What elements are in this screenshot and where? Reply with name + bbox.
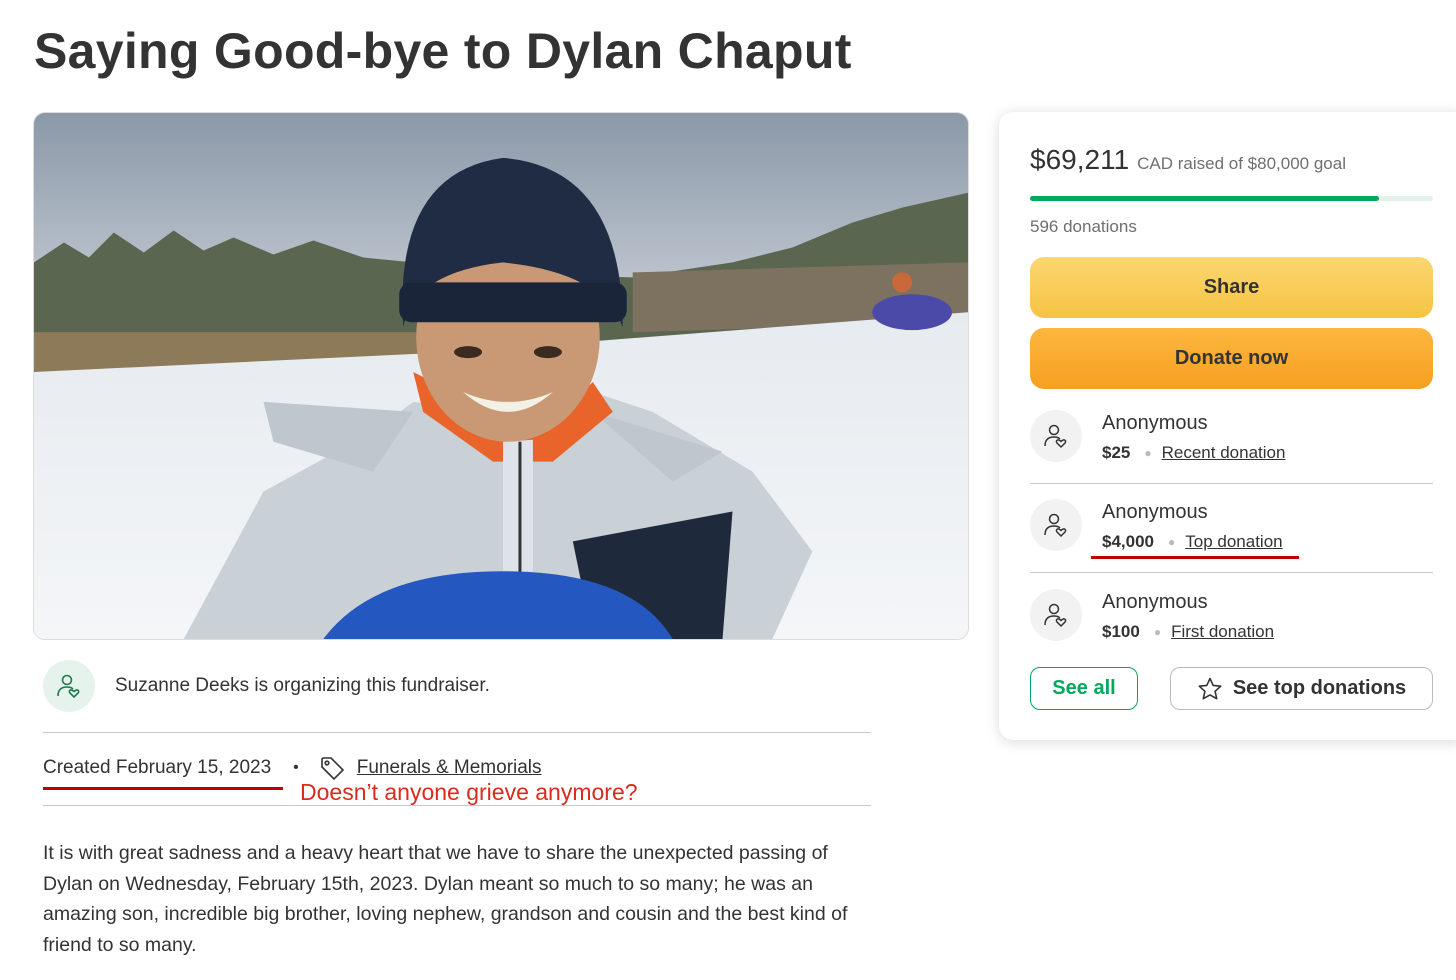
page-title: Saying Good-bye to Dylan Chaput [34, 23, 852, 79]
annotation-text: Doesn’t anyone grieve anymore? [300, 779, 638, 805]
tag-icon [320, 757, 344, 781]
donor-amount: $100 [1102, 622, 1140, 641]
star-icon [1198, 677, 1222, 699]
top-donation-red-underline [1091, 556, 1299, 559]
donor-avatar [1030, 499, 1082, 551]
donor-amount: $25 [1102, 443, 1131, 462]
donor-details: $25 ● Recent donation [1102, 443, 1285, 463]
donor-details: $100 ● First donation [1102, 622, 1274, 642]
story-text: It is with great sadness and a heavy hea… [43, 842, 848, 956]
donor-details: $4,000 ● Top donation [1102, 532, 1283, 552]
donor-label-link[interactable]: Recent donation [1162, 443, 1286, 463]
raised-row: $69,211 CAD raised of $80,000 goal [1030, 144, 1346, 176]
progress-bar [1030, 196, 1433, 201]
donor-name: Anonymous [1102, 412, 1208, 434]
donor-avatar [1030, 589, 1082, 641]
divider-bottom [43, 805, 871, 806]
divider-top [43, 732, 871, 733]
donor-dot: ● [1144, 446, 1152, 460]
heart-hand-icon [1044, 513, 1067, 538]
donor-label-link[interactable]: Top donation [1185, 532, 1282, 552]
donor-item: Anonymous $100 ● First donation [1030, 589, 1433, 677]
raised-goal: CAD raised of $80,000 goal [1137, 154, 1346, 173]
see-top-donations-label: See top donations [1232, 677, 1407, 699]
heart-hand-icon [1044, 603, 1067, 628]
created-red-underline [43, 787, 283, 790]
donor-amount: $4,000 [1102, 532, 1154, 551]
donor-label-link[interactable]: First donation [1171, 622, 1274, 642]
donation-count: 596 donations [1030, 217, 1137, 236]
hero-photo [33, 112, 969, 640]
see-all-button[interactable]: See all [1030, 667, 1138, 710]
donor-dot: ● [1153, 625, 1162, 639]
heart-hand-icon [1044, 424, 1067, 449]
created-date: Created February 15, 2023 [43, 757, 283, 790]
donor-name: Anonymous [1102, 591, 1208, 613]
donor-dot: ● [1168, 535, 1176, 549]
created-date-text: Created February 15, 2023 [43, 757, 272, 778]
donor-item: Anonymous $4,000 ● Top donation [1030, 499, 1433, 587]
meta-row: Created February 15, 2023 • Funerals & M… [43, 755, 542, 790]
meta-separator: • [293, 759, 299, 776]
donor-divider [1030, 483, 1433, 484]
donor-avatar [1030, 410, 1082, 462]
donate-now-button[interactable]: Donate now [1030, 328, 1433, 389]
donor-divider [1030, 572, 1433, 573]
organizer-avatar [43, 660, 95, 712]
donor-name: Anonymous [1102, 501, 1208, 523]
raised-amount: $69,211 [1030, 144, 1130, 175]
donation-card: $69,211 CAD raised of $80,000 goal 596 d… [999, 112, 1456, 740]
donor-item: Anonymous $25 ● Recent donation [1030, 410, 1433, 498]
see-top-donations-button[interactable]: See top donations [1170, 667, 1433, 710]
heart-hand-icon [57, 674, 80, 699]
category-link[interactable]: Funerals & Memorials [357, 757, 542, 779]
progress-fill [1030, 196, 1379, 201]
share-button[interactable]: Share [1030, 257, 1433, 318]
organizer-row: Suzanne Deeks is organizing this fundrai… [43, 660, 490, 712]
organizer-text: Suzanne Deeks is organizing this fundrai… [115, 675, 490, 696]
